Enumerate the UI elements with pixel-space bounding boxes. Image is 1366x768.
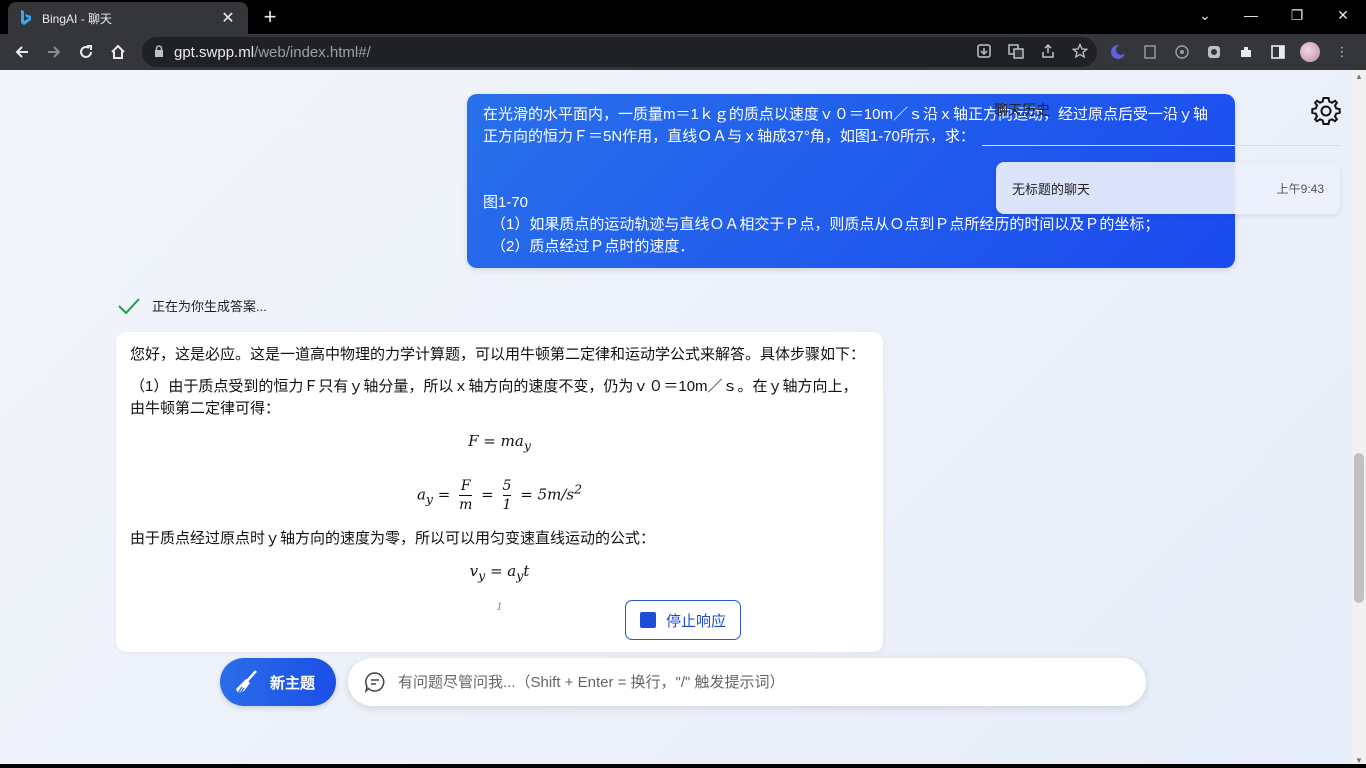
url-host: gpt.swpp.ml xyxy=(174,43,255,61)
translate-icon[interactable] xyxy=(1007,42,1025,60)
document-extension-icon[interactable] xyxy=(1140,42,1160,62)
formula-acceleration: ay = Fm = 51 = 5m/s2 xyxy=(130,477,869,514)
broom-icon xyxy=(236,670,257,694)
download-icon[interactable] xyxy=(975,42,993,60)
tab-search-icon[interactable]: ⌄ xyxy=(1182,0,1228,30)
formula-2-rhs: = 5m/s xyxy=(520,485,575,504)
new-topic-button[interactable]: 新主题 xyxy=(220,658,336,706)
formula-2-eq2: = xyxy=(481,485,494,504)
formula-3-rhs: = a xyxy=(489,562,517,580)
moon-extension-icon[interactable] xyxy=(1108,42,1128,62)
new-tab-button[interactable]: + xyxy=(258,6,282,30)
reload-icon[interactable] xyxy=(70,36,102,68)
bing-icon xyxy=(18,10,34,26)
address-bar[interactable]: gpt.swpp.ml/web/index.html#/ xyxy=(142,37,1097,67)
history-item[interactable]: 无标题的聊天 上午9:43 xyxy=(996,162,1340,214)
stop-icon xyxy=(639,612,656,628)
star-icon[interactable] xyxy=(1071,42,1089,60)
sidebar-icon[interactable] xyxy=(1268,42,1288,62)
settings-gear-icon[interactable] xyxy=(1310,95,1342,127)
fraction-5-over-1: 51 xyxy=(502,477,512,514)
avatar[interactable] xyxy=(1300,42,1320,62)
generating-status: 正在为你生成答案... xyxy=(118,296,267,315)
home-icon[interactable] xyxy=(102,36,134,68)
stop-response-button[interactable]: 停止响应 xyxy=(625,600,741,640)
scroll-up-icon[interactable]: ▲ xyxy=(1355,73,1363,81)
formula-2-eq1: = xyxy=(437,485,451,504)
restore-button[interactable]: ❐ xyxy=(1274,0,1320,30)
tab-title: BingAI - 聊天 xyxy=(42,11,113,26)
fraction-numerator: 5 xyxy=(502,478,512,496)
chat-input-box[interactable] xyxy=(348,658,1146,706)
forward-icon[interactable] xyxy=(38,36,70,68)
back-icon[interactable] xyxy=(6,36,38,68)
menu-icon[interactable]: ⋮ xyxy=(1332,42,1352,62)
formula-3-tail: t xyxy=(523,562,530,580)
share-icon[interactable] xyxy=(1039,42,1057,60)
history-item-time: 上午9:43 xyxy=(1276,181,1324,196)
minimize-button[interactable]: — xyxy=(1228,0,1274,30)
fraction-f-over-m: Fm xyxy=(459,477,473,514)
bot-answer-card: 您好，这是必应。这是一道高中物理的力学计算题，可以用牛顿第二定律和运动学公式来解… xyxy=(116,332,883,652)
formula-1-main: F = ma xyxy=(468,432,524,450)
history-item-title: 无标题的聊天 xyxy=(1012,181,1091,197)
window-controls: ⌄ — ❐ ✕ xyxy=(1182,0,1366,34)
user-message-part2: （2）质点经过Ｐ点时的速度． xyxy=(491,238,695,255)
extensions-icon[interactable] xyxy=(1236,42,1256,62)
check-icon xyxy=(118,297,140,314)
chat-page: 在光滑的水平面内，一质量m＝1ｋｇ的质点以速度ｖ０＝10m／ｓ沿ｘ轴正方向运动，… xyxy=(0,70,1366,768)
status-text: 正在为你生成答案... xyxy=(152,299,267,314)
close-tab-icon[interactable]: ✕ xyxy=(218,8,238,28)
title-bar: BingAI - 聊天 ✕ + ⌄ — ❐ ✕ xyxy=(0,0,1366,34)
formula-1-sub: y xyxy=(523,438,531,453)
close-window-button[interactable]: ✕ xyxy=(1320,0,1366,30)
formula-2-lhs-sub: y xyxy=(425,491,433,507)
chat-input[interactable] xyxy=(398,673,1146,691)
formula-newton: F = may xyxy=(130,430,869,457)
answer-paragraph-2: （1）由于质点受到的恒力Ｆ只有ｙ轴分量，所以ｘ轴方向的速度不变，仍为ｖ０＝10m… xyxy=(130,378,858,417)
stop-response-label: 停止响应 xyxy=(665,612,726,630)
lock-icon[interactable] xyxy=(154,44,168,60)
scrollbar-thumb[interactable] xyxy=(1354,453,1364,603)
chat-history-panel: 聊天历史 无标题的聊天 上午9:43 xyxy=(982,92,1340,222)
url-path: /web/index.html#/ xyxy=(254,43,371,61)
browser-toolbar: gpt.swpp.ml/web/index.html#/ ⋮ xyxy=(0,34,1366,70)
formula-velocity: vy = ayt xyxy=(130,560,869,587)
history-divider xyxy=(982,145,1340,146)
input-area: 新主题 xyxy=(0,658,1352,718)
copilot-extension-icon[interactable] xyxy=(1204,42,1224,62)
history-title: 聊天历史 xyxy=(994,102,1050,118)
formula-3-lhs: v xyxy=(469,562,479,580)
chat-bubble-icon xyxy=(364,672,385,693)
formula-partial: 1 xyxy=(496,602,503,613)
fraction-denominator: 1 xyxy=(502,497,512,513)
formula-2-rhs-sup: 2 xyxy=(574,481,583,497)
browser-tab[interactable]: BingAI - 聊天 ✕ xyxy=(8,2,248,34)
fraction-numerator: F xyxy=(459,478,473,496)
openai-extension-icon[interactable] xyxy=(1172,42,1192,62)
page-scrollbar[interactable]: ▲ ▼ xyxy=(1352,70,1366,768)
answer-paragraph-1: 您好，这是必应。这是一道高中物理的力学计算题，可以用牛顿第二定律和运动学公式来解… xyxy=(130,346,866,363)
answer-paragraph-3: 由于质点经过原点时ｙ轴方向的速度为零，所以可以用匀变速直线运动的公式： xyxy=(130,530,656,547)
formula-2-lhs: a xyxy=(416,485,426,504)
fraction-denominator: m xyxy=(459,497,473,513)
formula-3-lhs-sub: y xyxy=(478,568,486,583)
new-topic-label: 新主题 xyxy=(270,674,316,692)
taskbar-edge xyxy=(0,764,1366,768)
